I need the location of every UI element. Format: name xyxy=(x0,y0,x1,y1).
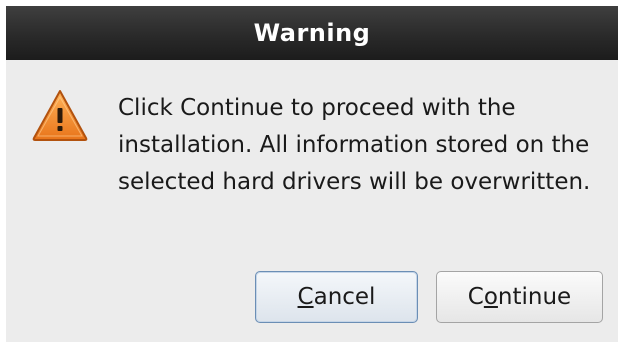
warning-dialog: Warning Click Continue to proceed with t… xyxy=(6,6,618,342)
warning-message: Click Continue to proceed with the insta… xyxy=(118,95,591,195)
cancel-button[interactable]: Cancel xyxy=(255,271,418,323)
dialog-titlebar: Warning xyxy=(6,6,618,60)
cancel-label-post: ancel xyxy=(313,284,376,310)
cancel-mnemonic: C xyxy=(297,284,314,310)
continue-mnemonic: o xyxy=(483,284,498,310)
continue-button[interactable]: Co ntinue xyxy=(436,271,603,323)
dialog-title: Warning xyxy=(253,19,371,47)
continue-label-post: ntinue xyxy=(497,284,572,310)
warning-triangle-icon xyxy=(31,88,89,142)
continue-label-pre: C xyxy=(467,284,484,310)
